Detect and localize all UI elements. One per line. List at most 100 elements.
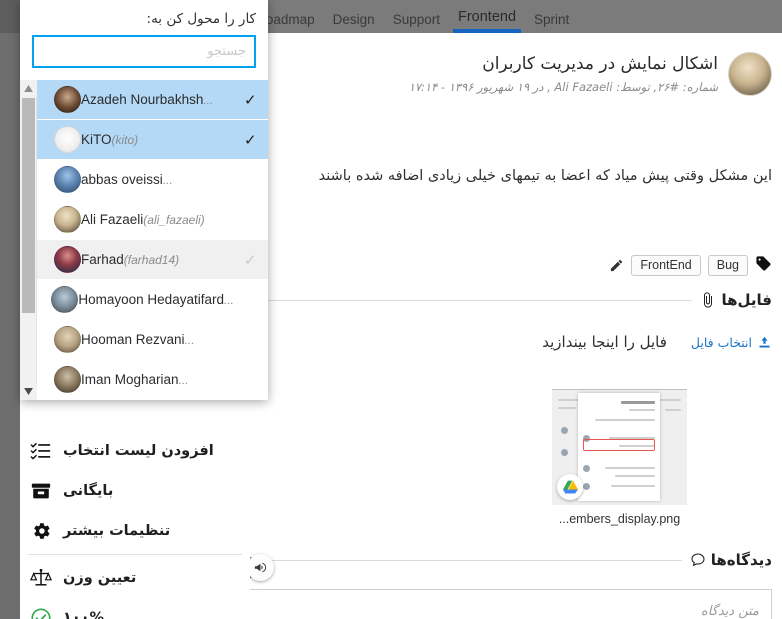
assign-user-row[interactable]: ✓... Azadeh Nourbakhsh: [37, 80, 268, 120]
tab-sprint[interactable]: Sprint: [525, 0, 578, 33]
assign-user-row[interactable]: ... Homayoon Hedayatifard: [37, 280, 268, 320]
issue-header: اشکال نمایش در مدیریت کاربران شماره: #۲۶…: [252, 52, 772, 96]
assign-user-popup: کار را محول کن به: ✓...Azadeh Nourbakhsh…: [20, 0, 268, 400]
avatar: [54, 246, 81, 273]
check-circle-icon: [30, 607, 52, 619]
assign-popup-title: کار را محول کن به:: [146, 11, 256, 27]
assign-user-row[interactable]: ... Hooman Rezvani: [37, 320, 268, 360]
assign-user-username: ...: [178, 372, 189, 387]
tab-frontend[interactable]: Frontend: [449, 0, 525, 33]
comment-input-box[interactable]: متن دیدگاه: [244, 589, 772, 619]
assign-user-username: (farhad14): [123, 252, 180, 267]
file-name-label: ...embers_display.png: [558, 512, 681, 526]
sidebar-item-label: ۱۰۰%: [63, 610, 105, 619]
tag-chip[interactable]: Bug: [707, 255, 748, 276]
gear-icon: [30, 520, 52, 542]
paperclip-icon: [704, 292, 713, 308]
tab-support[interactable]: Support: [384, 0, 449, 33]
comment-bubble-icon: [691, 553, 705, 567]
file-upload-row: انتخاب فایل فایل را اینجا بیندازید: [232, 333, 772, 351]
sidebar-item-label: تعیین وزن: [63, 570, 137, 586]
files-section-title-wrap: فایل‌ها: [700, 291, 772, 309]
avatar: [54, 166, 81, 193]
issue-author-avatar[interactable]: [728, 52, 772, 96]
app-root: ndDevopsDev ResourcesRoadmapDesignSuppor…: [0, 0, 782, 619]
thumbnail-highlight-box: [583, 439, 655, 451]
checkmark-icon: ✓: [244, 90, 257, 109]
assign-user-username: ...: [162, 172, 173, 187]
assign-user-row[interactable]: ✓ (kito) KiTO: [37, 120, 268, 160]
scroll-up-arrow[interactable]: [20, 80, 37, 97]
tag-chip[interactable]: FrontEnd: [631, 255, 701, 276]
avatar: [51, 286, 79, 313]
avatar: [54, 366, 81, 393]
assign-user-name: abbas oveissi: [81, 172, 163, 187]
checkmark-icon: ✓: [244, 130, 257, 149]
sidebar-divider: [28, 554, 242, 555]
scrollbar-thumb[interactable]: [22, 98, 35, 313]
assign-user-username: (kito): [111, 132, 139, 147]
assign-user-name: Ali Fazaeli: [81, 212, 144, 227]
drop-file-hint: فایل را اینجا بیندازید: [542, 333, 667, 351]
avatar: [54, 326, 81, 353]
modal-backdrop-strip: [0, 33, 20, 619]
section-divider: [242, 299, 693, 301]
sidebar-item-4[interactable]: تعیین وزن: [20, 558, 250, 598]
search-input[interactable]: [32, 35, 256, 68]
assign-user-username: ...: [223, 292, 234, 307]
file-thumbnail[interactable]: [552, 383, 687, 505]
assign-user-username: (ali_fazaeli): [143, 212, 205, 227]
archive-icon: [30, 480, 52, 502]
assign-user-row[interactable]: ... Iman Mogharian: [37, 360, 268, 400]
assign-user-name: KiTO: [81, 132, 112, 147]
edit-tags-button[interactable]: [609, 258, 624, 273]
issue-metadata: شماره: #۲۶, توسط: Ali Fazaeli , در ۱۹ شه…: [408, 80, 718, 95]
comments-section-header: دیدگاه‌ها: [252, 551, 772, 569]
assign-user-name: Iman Mogharian: [81, 372, 179, 387]
comments-section-title-wrap: دیدگاه‌ها: [690, 551, 772, 569]
sidebar-item-5[interactable]: ۱۰۰%: [20, 598, 250, 619]
pencil-icon: [611, 259, 623, 272]
avatar: [54, 86, 81, 113]
megaphone-icon: [254, 562, 267, 573]
page-title: اشکال نمایش در مدیریت کاربران: [482, 54, 718, 74]
choose-file-button[interactable]: انتخاب فایل: [691, 335, 772, 350]
sidebar-item-2[interactable]: بایگانی: [20, 471, 250, 511]
choose-file-label: انتخاب فایل: [690, 334, 752, 350]
sidebar-actions-menu: افزودن لیست انتخاب بایگانی تنظیمات بیشتر تع…: [20, 431, 250, 619]
checkmark-icon: ✓: [244, 250, 257, 269]
assign-user-row[interactable]: (ali_fazaeli) Ali Fazaeli: [37, 200, 268, 240]
file-attachment-card[interactable]: ...embers_display.png: [552, 383, 687, 526]
sidebar-item-3[interactable]: تنظیمات بیشتر: [20, 511, 250, 551]
sidebar-item-label: افزودن لیست انتخاب: [63, 443, 214, 459]
assign-list-container: ✓... Azadeh Nourbakhsh ✓ (kito) KiTO... abbas…: [20, 80, 268, 400]
assign-user-name: Farhad: [81, 252, 124, 267]
scroll-down-arrow[interactable]: [20, 383, 37, 400]
files-section-header: فایل‌ها: [242, 291, 772, 309]
upload-icon: [759, 336, 770, 347]
scales-icon: [30, 567, 52, 589]
assign-user-row[interactable]: ... abbas oveissi: [37, 160, 268, 200]
assign-user-list: ✓... Azadeh Nourbakhsh ✓ (kito) KiTO... abbas…: [37, 80, 268, 400]
tab-design[interactable]: Design: [324, 0, 384, 33]
checklist-icon: [30, 440, 52, 462]
sidebar-item-1[interactable]: افزودن لیست انتخاب: [20, 431, 250, 471]
assign-user-name: Hooman Rezvani: [81, 332, 185, 347]
avatar: [54, 126, 81, 153]
assign-search-wrap: [20, 27, 268, 80]
assign-user-row[interactable]: ✓ (farhad14) Farhad: [37, 240, 268, 280]
comments-section-title: دیدگاه‌ها: [710, 551, 772, 569]
google-drive-icon: [557, 474, 583, 500]
assign-user-name: Homayoon Hedayatifard: [78, 292, 224, 307]
avatar: [54, 206, 81, 233]
section-divider: [252, 559, 682, 561]
notify-toggle-knob: [247, 554, 274, 581]
modal-backdrop-top: [0, 0, 20, 33]
sidebar-item-label: تنظیمات بیشتر: [63, 523, 171, 539]
assign-list-scrollbar[interactable]: [20, 80, 37, 400]
assign-user-username: ...: [184, 332, 195, 347]
comment-input-placeholder: متن دیدگاه: [700, 604, 759, 619]
assign-user-name: Azadeh Nourbakhsh: [81, 92, 204, 107]
files-section-title: فایل‌ها: [721, 291, 772, 309]
sidebar-item-label: بایگانی: [63, 483, 114, 499]
